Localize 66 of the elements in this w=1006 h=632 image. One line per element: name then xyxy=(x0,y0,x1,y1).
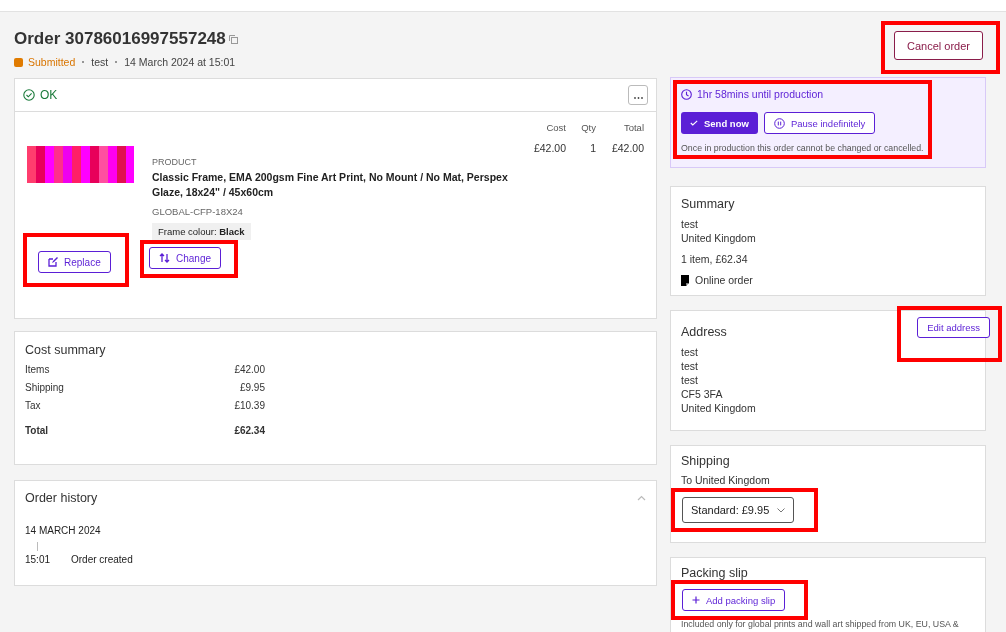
card-title: Address xyxy=(681,325,727,339)
event-description: Order created xyxy=(71,554,133,565)
cost-label: Tax xyxy=(25,400,42,411)
item-total: £42.00 xyxy=(610,141,644,154)
check-circle-icon xyxy=(23,89,35,101)
product-sku: GLOBAL-CFP-18X24 xyxy=(152,206,244,218)
product-name: Classic Frame, EMA 200gsm Fine Art Print, No Mount / No Mat, Perspex Glaze, 18x24" / 45x60cm xyxy=(152,170,509,201)
event-time: 15:01 xyxy=(25,554,52,565)
copy-icon[interactable] xyxy=(228,34,238,44)
add-packing-slip-button[interactable]: Add packing slip xyxy=(682,589,786,611)
address-line: CF5 3FA xyxy=(681,387,724,401)
shipping-destination: To United Kingdom xyxy=(681,473,771,488)
shipping-method-dropdown[interactable]: Standard: £9.95 xyxy=(682,497,795,524)
address-line: test xyxy=(681,373,699,387)
order-totals: 1 item, £62.34 xyxy=(681,252,749,267)
collapse-chevron-icon[interactable] xyxy=(637,495,646,501)
more-button[interactable] xyxy=(628,85,648,105)
cost-label: Items xyxy=(25,364,51,375)
item-quantity: 1 xyxy=(589,141,596,154)
summary-line: test xyxy=(681,216,699,232)
attribute-tag: Frame colour: Black xyxy=(152,223,251,241)
production-countdown: 1hr 58mins until production xyxy=(697,88,824,100)
order-date: 14 March 2024 at 15:01 xyxy=(124,56,236,68)
production-note: Once in production this order cannot be changed or cancelled. xyxy=(681,143,924,153)
ok-status: OK xyxy=(23,88,58,102)
more-icon xyxy=(633,96,643,99)
product-type-label: PRODUCT xyxy=(152,157,198,167)
replace-button[interactable]: Replace xyxy=(38,251,111,273)
address-line: United Kingdom xyxy=(681,401,757,415)
cost-value: £9.95 xyxy=(238,382,265,393)
packing-slip-note: Included only for global prints and wall art shipped from UK, EU, USA & xyxy=(681,619,960,629)
customer-name: test xyxy=(91,56,109,68)
swap-arrows-icon xyxy=(159,253,170,264)
edit-address-button[interactable]: Edit address xyxy=(917,317,990,338)
cost-value: £62.34 xyxy=(233,425,265,436)
address-line: test xyxy=(681,359,699,373)
cancel-order-button[interactable]: Cancel order xyxy=(894,31,983,60)
document-icon xyxy=(681,274,689,286)
history-date: 14 MARCH 2024 xyxy=(25,525,102,536)
card-title: Summary xyxy=(681,196,736,213)
cost-value: £10.39 xyxy=(233,400,265,411)
card-title: Order history xyxy=(25,491,98,505)
summary-line: United Kingdom xyxy=(681,231,757,246)
order-status: Submitted xyxy=(28,56,76,68)
chevron-down-icon xyxy=(777,507,786,513)
column-header: Total xyxy=(622,122,644,133)
item-cost: £42.00 xyxy=(532,141,566,154)
clock-icon xyxy=(681,88,692,100)
cost-label: Shipping xyxy=(25,382,65,393)
cost-label: Total xyxy=(25,425,50,436)
address-line: test xyxy=(681,345,699,359)
check-icon xyxy=(690,120,698,126)
card-title: Packing slip xyxy=(681,566,749,580)
column-header: Qty xyxy=(580,122,596,133)
send-now-button[interactable]: Send now xyxy=(681,112,758,134)
change-button[interactable]: Change xyxy=(149,247,222,270)
order-title: Order 30786016997557248 xyxy=(14,29,226,49)
card-title: Shipping xyxy=(681,454,731,468)
card-title: Cost summary xyxy=(25,343,107,357)
pause-button[interactable]: Pause indefinitely xyxy=(763,112,876,134)
plus-icon xyxy=(692,596,700,604)
order-source: Online order xyxy=(695,273,753,288)
edit-icon xyxy=(48,257,58,267)
pause-icon xyxy=(773,117,785,129)
cost-value: £42.00 xyxy=(233,364,265,375)
column-header: Cost xyxy=(545,122,566,133)
